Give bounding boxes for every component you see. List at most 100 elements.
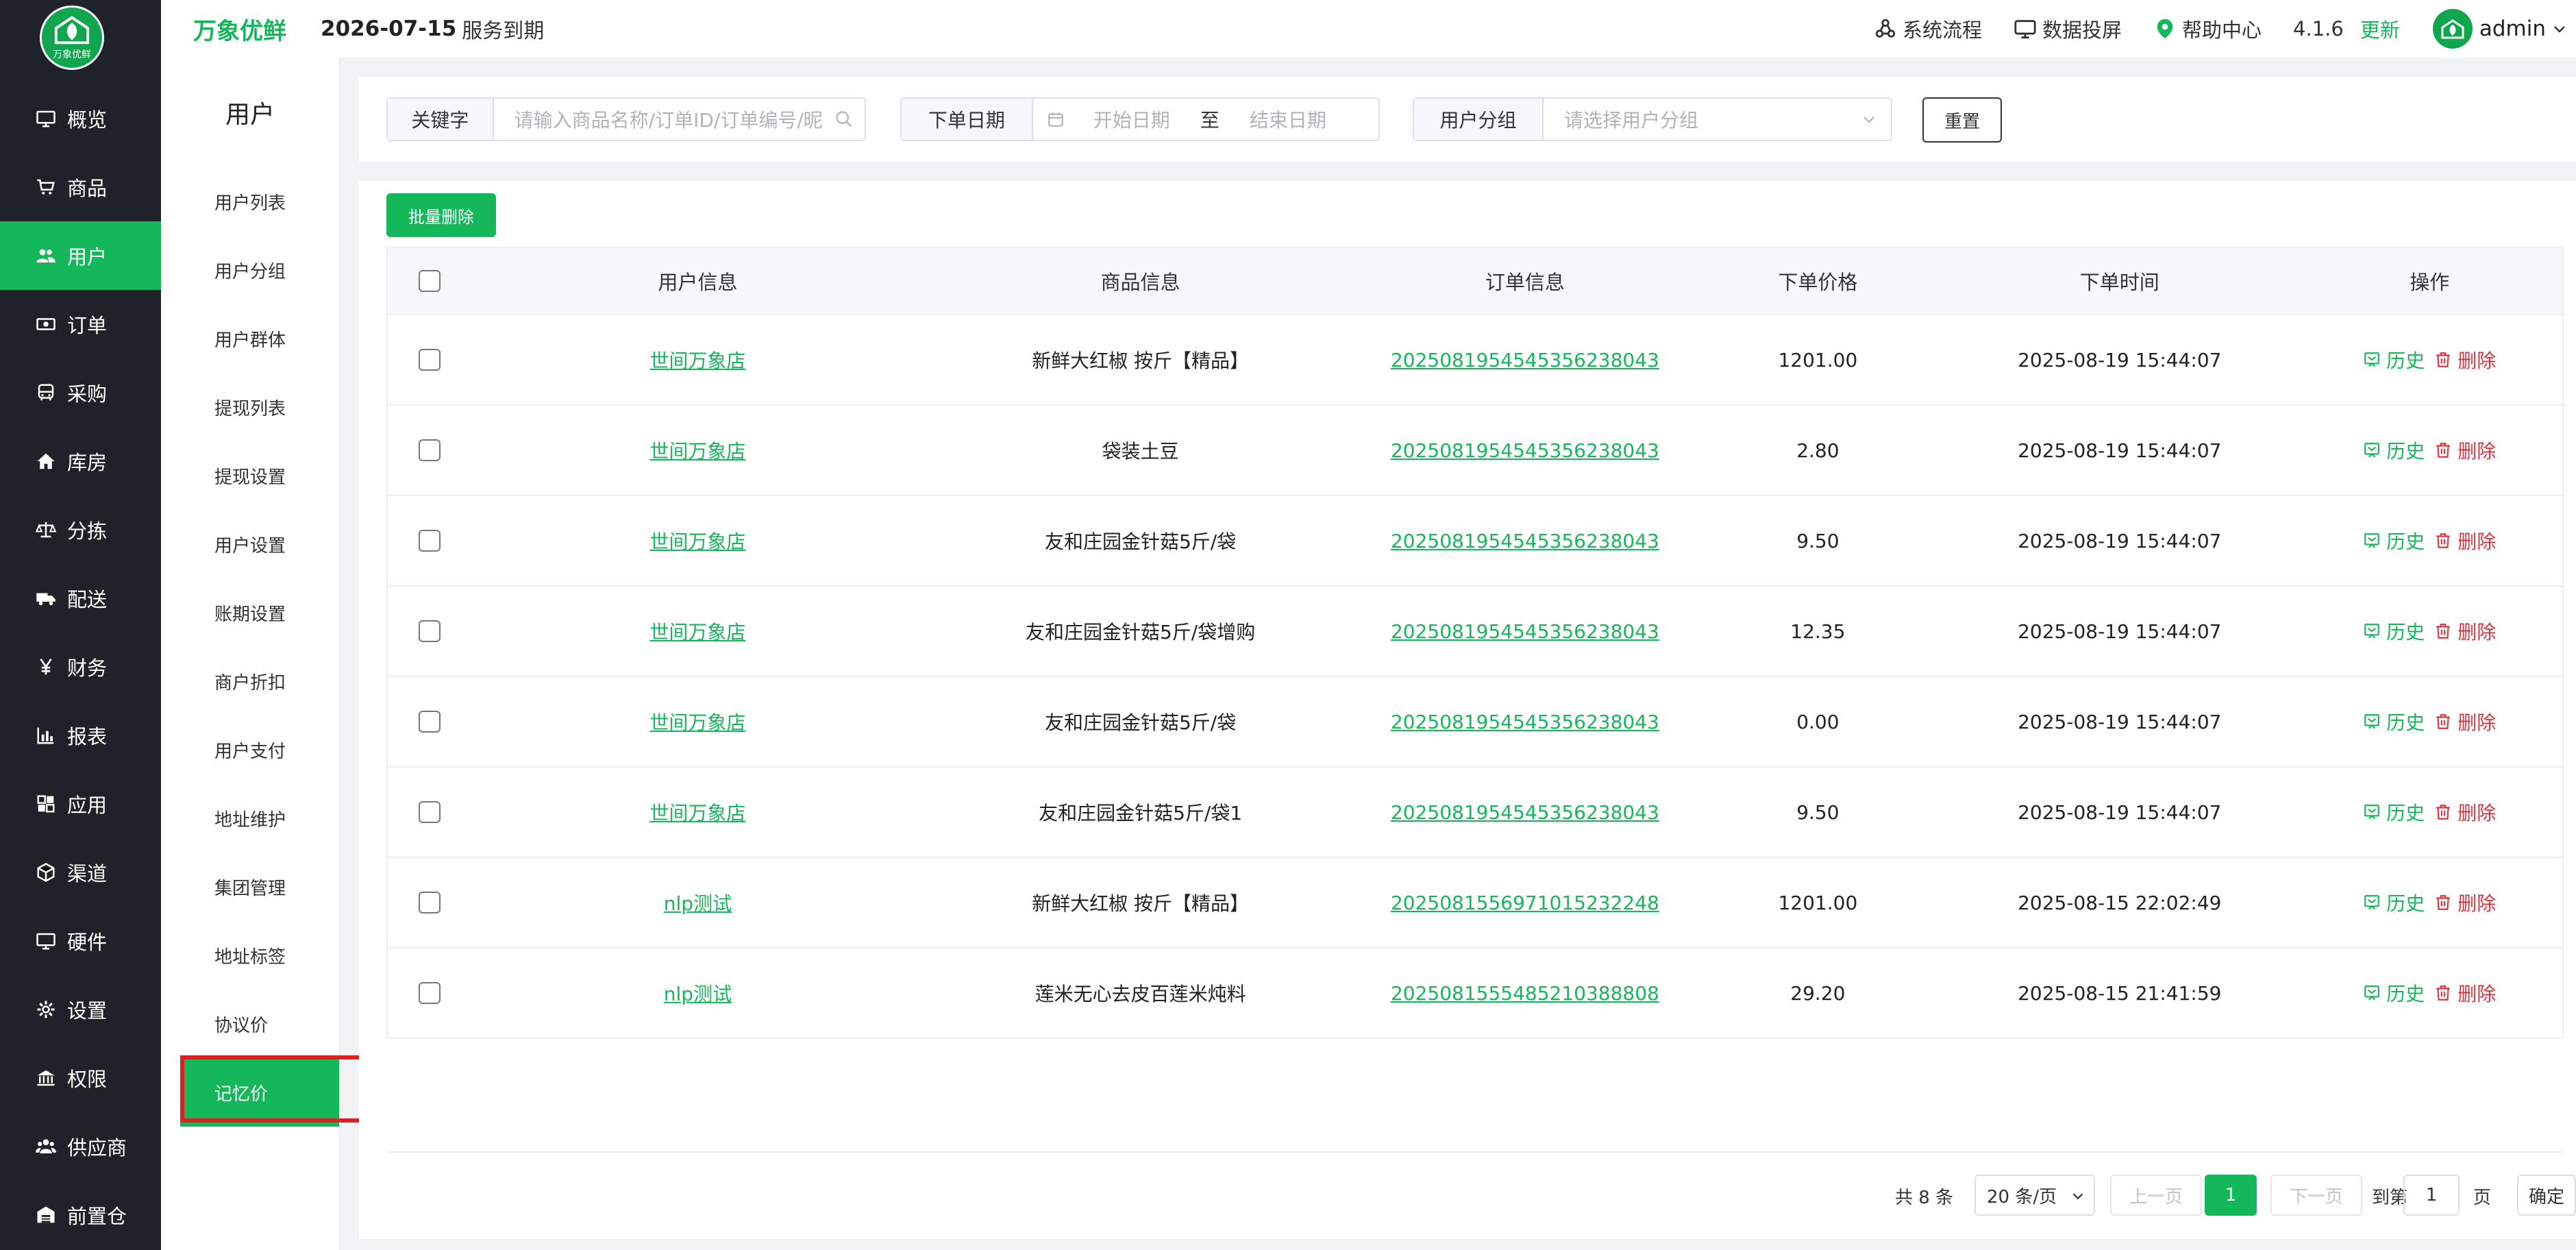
sidebar-item-8[interactable]: 财务 — [0, 633, 161, 701]
actions-cell: 历史 删除 — [2296, 858, 2562, 947]
subnav-item-6[interactable]: 账期设置 — [161, 578, 339, 647]
user-link[interactable]: 世间万象店 — [649, 527, 745, 554]
pagination: 共 8 条 20 条/页 上一页 1 下一页 到第 1 页 确定 — [359, 1175, 2576, 1217]
sidebar-item-11[interactable]: 渠道 — [0, 838, 161, 907]
select-all-checkbox[interactable] — [418, 270, 441, 292]
user-link[interactable]: 世间万象店 — [649, 437, 745, 464]
row-checkbox[interactable] — [418, 892, 441, 914]
goto-confirm-button[interactable]: 确定 — [2517, 1175, 2576, 1216]
order-link[interactable]: 2025081954545356238043 — [1391, 439, 1659, 462]
subnav-item-8[interactable]: 用户支付 — [161, 715, 339, 784]
row-checkbox[interactable] — [418, 439, 441, 461]
user-link[interactable]: 世间万象店 — [649, 798, 745, 826]
data-screen-link[interactable]: 数据投屏 — [2014, 14, 2122, 43]
sidebar-item-7[interactable]: 配送 — [0, 564, 161, 633]
history-button[interactable]: 历史 — [2363, 798, 2425, 826]
order-link[interactable]: 2025081954545356238043 — [1391, 711, 1659, 733]
end-date-placeholder[interactable]: 结束日期 — [1250, 106, 1326, 133]
subnav-item-12[interactable]: 协议价 — [161, 990, 339, 1058]
sidebar-item-1[interactable]: 商品 — [0, 153, 161, 221]
prev-page-button[interactable]: 上一页 — [2110, 1175, 2202, 1216]
user-link[interactable]: nlp测试 — [664, 889, 732, 916]
row-checkbox[interactable] — [418, 711, 441, 733]
sidebar-item-3[interactable]: 订单 — [0, 290, 161, 358]
history-button[interactable]: 历史 — [2363, 708, 2425, 735]
goto-page-input[interactable]: 1 — [2403, 1175, 2460, 1216]
history-button[interactable]: 历史 — [2363, 437, 2425, 464]
user-link[interactable]: 世间万象店 — [649, 617, 745, 645]
update-link[interactable]: 更新 — [2360, 14, 2400, 43]
subnav-item-3[interactable]: 提现列表 — [161, 373, 339, 441]
subnav-item-1[interactable]: 用户分组 — [161, 236, 339, 304]
row-checkbox[interactable] — [418, 530, 441, 552]
product-cell: 莲米无心去皮百莲米炖料 — [1035, 983, 1246, 1005]
user-menu[interactable]: admin — [2432, 9, 2568, 49]
row-checkbox[interactable] — [418, 801, 441, 823]
sidebar-item-14[interactable]: 权限 — [0, 1044, 161, 1112]
subnav-item-5[interactable]: 用户设置 — [161, 510, 339, 578]
order-link[interactable]: 2025081555485210388808 — [1391, 982, 1659, 1005]
history-button[interactable]: 历史 — [2363, 346, 2425, 373]
user-group-select[interactable]: 请选择用户分组 — [1544, 99, 1891, 140]
subnav-item-0[interactable]: 用户列表 — [161, 167, 339, 236]
help-center-link[interactable]: 帮助中心 — [2153, 14, 2262, 43]
system-flow-link[interactable]: 系统流程 — [1874, 14, 1982, 43]
truck-icon — [34, 587, 58, 610]
sidebar-item-2[interactable]: 用户 — [0, 221, 161, 290]
row-checkbox[interactable] — [418, 349, 441, 371]
actions-cell: 历史 删除 — [2296, 496, 2562, 585]
sidebar-item-12[interactable]: 硬件 — [0, 907, 161, 975]
sidebar-item-10[interactable]: 应用 — [0, 770, 161, 838]
delete-button[interactable]: 删除 — [2434, 617, 2496, 645]
row-checkbox[interactable] — [418, 620, 441, 642]
order-link[interactable]: 2025081954545356238043 — [1391, 349, 1659, 371]
history-button[interactable]: 历史 — [2363, 979, 2425, 1007]
keyword-input[interactable]: 请输入商品名称/订单ID/订单编号/昵 — [494, 99, 865, 140]
actions-cell: 历史 删除 — [2296, 948, 2562, 1038]
sidebar-item-15[interactable]: 供应商 — [0, 1112, 161, 1181]
subnav-item-10[interactable]: 集团管理 — [161, 853, 339, 921]
order-link[interactable]: 2025081556971015232248 — [1391, 892, 1659, 914]
sidebar-item-9[interactable]: 报表 — [0, 701, 161, 770]
current-page-button[interactable]: 1 — [2205, 1175, 2257, 1216]
reset-button[interactable]: 重置 — [1922, 97, 2002, 143]
row-checkbox[interactable] — [418, 982, 441, 1004]
order-link[interactable]: 2025081954545356238043 — [1391, 801, 1659, 824]
history-button[interactable]: 历史 — [2363, 527, 2425, 554]
delete-button[interactable]: 删除 — [2434, 346, 2496, 373]
page-unit-label: 页 — [2473, 1187, 2492, 1208]
user-link[interactable]: nlp测试 — [664, 979, 732, 1007]
batch-delete-button[interactable]: 批量删除 — [386, 193, 496, 237]
delete-button[interactable]: 删除 — [2434, 979, 2496, 1007]
history-button[interactable]: 历史 — [2363, 617, 2425, 645]
subnav-item-7[interactable]: 商户折扣 — [161, 647, 339, 715]
delete-button[interactable]: 删除 — [2434, 527, 2496, 554]
sidebar-item-5[interactable]: 库房 — [0, 427, 161, 495]
subnav-item-2[interactable]: 用户群体 — [161, 304, 339, 373]
user-link[interactable]: 世间万象店 — [649, 346, 745, 373]
next-page-button[interactable]: 下一页 — [2270, 1175, 2362, 1216]
user-link[interactable]: 世间万象店 — [649, 708, 745, 735]
page-size-select[interactable]: 20 条/页 — [1974, 1175, 2095, 1216]
brand-logo[interactable]: 万象优鲜 — [40, 5, 104, 70]
history-button[interactable]: 历史 — [2363, 889, 2425, 916]
subnav-item-11[interactable]: 地址标签 — [161, 921, 339, 990]
subnav-item-9[interactable]: 地址维护 — [161, 784, 339, 853]
order-link[interactable]: 2025081954545356238043 — [1391, 620, 1659, 643]
sidebar-item-0[interactable]: 概览 — [0, 84, 161, 153]
sidebar-item-16[interactable]: 前置仓 — [0, 1181, 161, 1249]
subnav-item-4[interactable]: 提现设置 — [161, 441, 339, 510]
sidebar-item-13[interactable]: 设置 — [0, 975, 161, 1044]
header-order-info: 订单信息 — [1485, 271, 1565, 294]
date-range-picker[interactable]: 开始日期 至 结束日期 — [1033, 99, 1378, 140]
delete-button[interactable]: 删除 — [2434, 798, 2496, 826]
subnav-item-13[interactable]: 记忆价 — [180, 1058, 339, 1127]
start-date-placeholder[interactable]: 开始日期 — [1093, 106, 1170, 133]
sidebar-item-4[interactable]: 采购 — [0, 358, 161, 427]
sidebar-item-6[interactable]: 分拣 — [0, 495, 161, 564]
order-date-filter: 下单日期 开始日期 至 结束日期 — [900, 97, 1380, 141]
delete-button[interactable]: 删除 — [2434, 437, 2496, 464]
delete-button[interactable]: 删除 — [2434, 889, 2496, 916]
delete-button[interactable]: 删除 — [2434, 708, 2496, 735]
order-link[interactable]: 2025081954545356238043 — [1391, 530, 1659, 552]
